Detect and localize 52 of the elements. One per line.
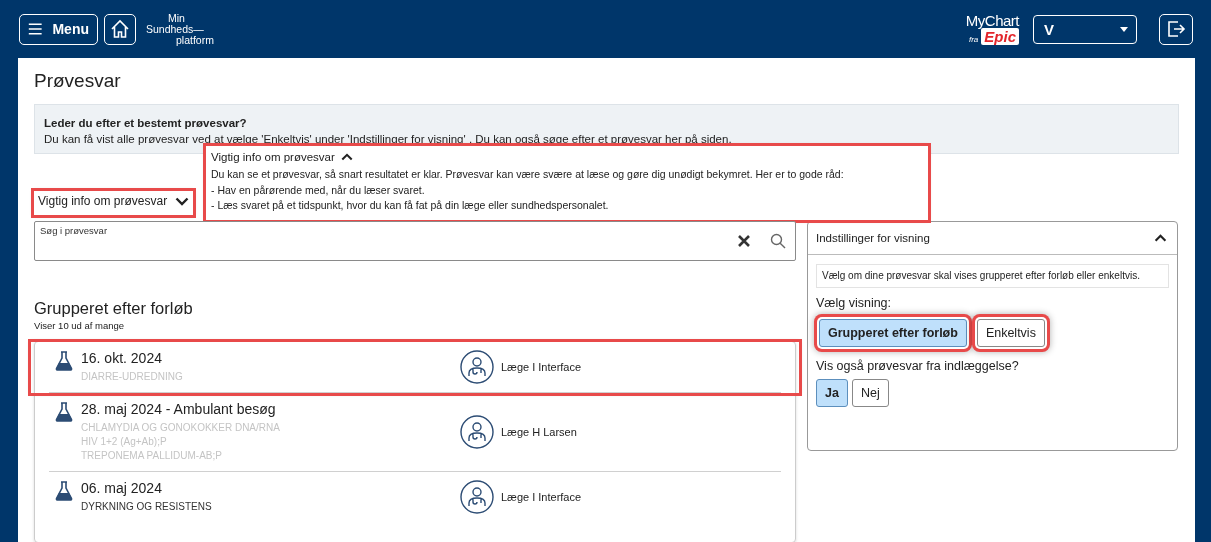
inpatient-label: Vis også prøvesvar fra indlæggelse? bbox=[816, 359, 1020, 373]
test-name: DYRKNING OG RESISTENS bbox=[81, 500, 212, 514]
brand-logo[interactable]: Min Sundheds— platform bbox=[146, 12, 214, 46]
settings-title: Indstillinger for visning bbox=[816, 232, 930, 244]
flask-icon bbox=[55, 481, 73, 501]
home-button[interactable] bbox=[104, 13, 136, 45]
menu-icon bbox=[28, 21, 43, 37]
logout-button[interactable] bbox=[1159, 13, 1193, 45]
info-line: - Læs svaret på et tidspunkt, hvor du kan få fat på din læge eller sundhedspersonalet. bbox=[211, 198, 610, 213]
info-toggle[interactable]: Vigtig info om prøvesvar bbox=[34, 191, 194, 211]
flask-icon bbox=[55, 351, 73, 371]
result-date: 06. maj 2024 bbox=[81, 480, 163, 496]
mychart-logo: MyChart fra Epic bbox=[965, 13, 1019, 45]
result-row[interactable]: 16. okt. 2024 DIARRE-UDREDNING Læge I Interface bbox=[49, 342, 781, 393]
chevron-icon bbox=[1154, 234, 1167, 242]
doctor-icon bbox=[460, 415, 494, 449]
test-name: HIV 1+2 (Ag+Ab);P bbox=[81, 435, 168, 449]
chevron-icon bbox=[340, 153, 353, 161]
search-field[interactable]: Søg i prøvesvar bbox=[34, 221, 796, 261]
inpatient-option-button[interactable]: Nej bbox=[851, 379, 889, 407]
doctor-icon bbox=[460, 480, 494, 514]
group-title: Grupperet efter forløb bbox=[34, 299, 194, 318]
group-subtitle: Viser 10 ud af mange bbox=[34, 320, 126, 331]
settings-description: Vælg om dine prøvesvar skal vises grupperet efter forløb eller enkeltvis. bbox=[816, 264, 1169, 288]
settings-header[interactable]: Indstillinger for visning bbox=[808, 222, 1177, 255]
info-title: Leder du efter et bestemt prøvesvar? bbox=[44, 116, 248, 131]
page-title: Prøvesvar bbox=[34, 69, 122, 92]
result-row[interactable]: 06. maj 2024 DYRKNING OG RESISTENS Læge I Interface bbox=[49, 472, 781, 522]
test-name: TREPONEMA PALLIDUM-AB;P bbox=[81, 449, 223, 463]
chevron-icon bbox=[175, 196, 190, 206]
doctor-name: Læge I Interface bbox=[501, 491, 582, 503]
result-date: 28. maj 2024 - Ambulant besøg bbox=[81, 401, 277, 417]
caret-icon bbox=[1120, 26, 1128, 32]
doctor-icon bbox=[460, 350, 494, 384]
test-name: DIARRE-UDREDNING bbox=[81, 370, 183, 384]
doctor-name: Læge H Larsen bbox=[501, 426, 577, 438]
menu-button[interactable]: Menu bbox=[19, 13, 98, 45]
result-date: 16. okt. 2024 bbox=[81, 350, 163, 366]
info-line: Du kan se et prøvesvar, så snart resultatet er klar. Prøvesvar kan være svære at læse og gøre dig unødigt bekymret. Her er to gode råd: bbox=[211, 167, 845, 182]
doctor-name: Læge I Interface bbox=[501, 361, 582, 373]
flask-icon bbox=[55, 402, 73, 422]
inpatient-option-button[interactable]: Ja bbox=[816, 379, 848, 407]
result-row[interactable]: 28. maj 2024 - Ambulant besøg CHLAMYDIA OG GONOKOKKER DNA/RNA HIV 1+2 (Ag+Ab);P TREPONEMA PALLIDUM-AB;P Læge H Larsen bbox=[49, 393, 781, 472]
search-icon[interactable] bbox=[770, 233, 786, 249]
info-popover-toggle[interactable]: Vigtig info om prøvesvar bbox=[211, 151, 353, 163]
user-select[interactable]: V bbox=[1033, 14, 1137, 44]
test-name: CHLAMYDIA OG GONOKOKKER DNA/RNA bbox=[81, 421, 280, 435]
home-icon bbox=[110, 19, 130, 39]
clear-icon[interactable] bbox=[737, 234, 751, 248]
logout-icon bbox=[1166, 19, 1186, 39]
info-line: - Hav en pårørende med, når du læser svaret. bbox=[211, 182, 426, 198]
view-label: Vælg visning: bbox=[816, 296, 893, 310]
